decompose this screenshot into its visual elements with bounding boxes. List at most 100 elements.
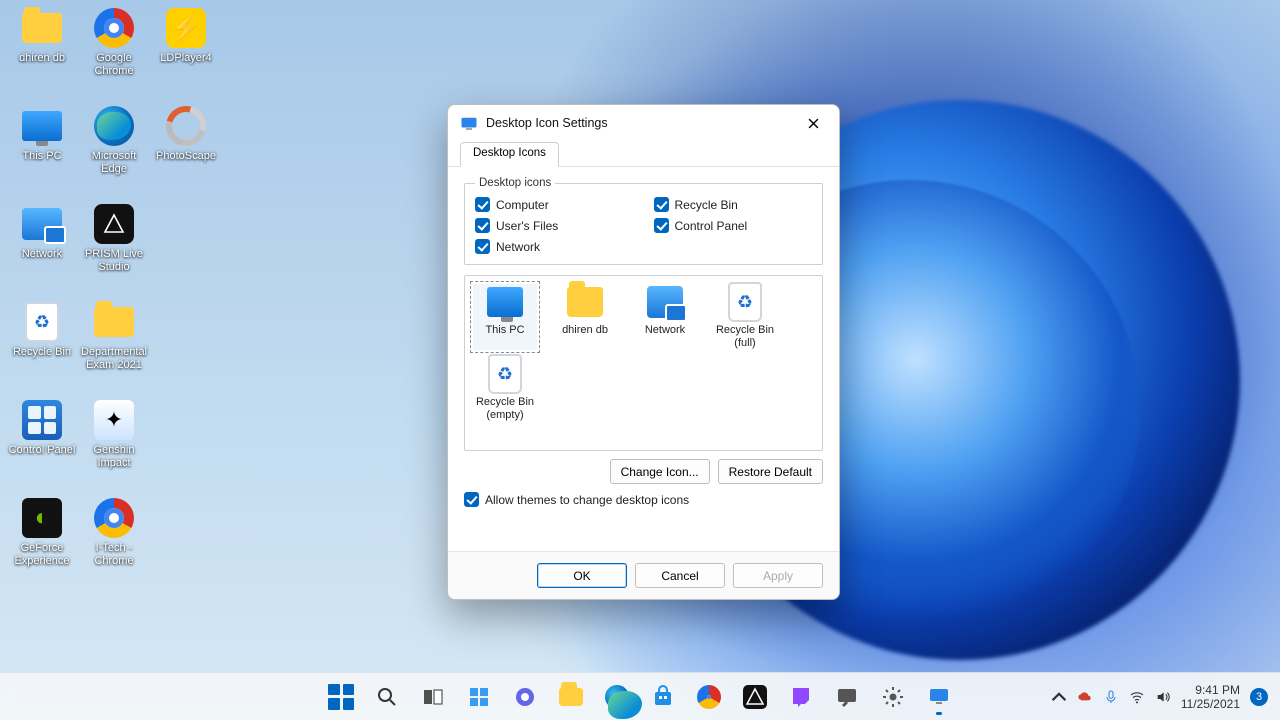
edge-icon xyxy=(92,104,136,148)
taskbar-widgets[interactable] xyxy=(458,677,500,717)
desktop-icon-label: I-Tech - Chrome xyxy=(79,542,149,568)
net-icon xyxy=(20,202,64,246)
desktop-icon-label: Network xyxy=(22,248,62,261)
taskbar-start[interactable] xyxy=(320,677,362,717)
dialog-button-row: OK Cancel Apply xyxy=(448,551,839,599)
wifi-icon[interactable] xyxy=(1129,689,1145,705)
desktop-icon[interactable]: I-Tech - Chrome xyxy=(78,496,150,586)
notification-badge[interactable]: 3 xyxy=(1250,688,1268,706)
desktop-icons-group: Desktop icons Computer Recycle Bin User's … xyxy=(464,177,823,265)
desktop-icon-label: Control Panel xyxy=(9,444,76,457)
onedrive-icon[interactable] xyxy=(1077,689,1093,705)
icon-tile[interactable]: ♻Recycle Bin (full) xyxy=(713,284,777,350)
desktop-icon-label: This PC xyxy=(22,150,61,163)
icon-tile[interactable]: ♻Recycle Bin (empty) xyxy=(473,356,537,422)
tray-chevron-up-icon[interactable] xyxy=(1051,689,1067,705)
dialog-title: Desktop Icon Settings xyxy=(486,116,795,130)
checkbox-control-panel[interactable]: Control Panel xyxy=(654,218,813,233)
taskbar-settings[interactable] xyxy=(872,677,914,717)
allow-themes-label: Allow themes to change desktop icons xyxy=(485,493,689,507)
icon-tile[interactable]: dhiren db xyxy=(553,284,617,350)
desktop-icon[interactable]: Control Panel xyxy=(6,398,78,488)
desktop-icon[interactable]: PRISM Live Studio xyxy=(78,202,150,292)
icon-tile[interactable]: Network xyxy=(633,284,697,350)
desktop-icon[interactable]: Microsoft Edge xyxy=(78,104,150,194)
checkbox-computer[interactable]: Computer xyxy=(475,197,634,212)
taskbar-store[interactable] xyxy=(642,677,684,717)
prism-icon xyxy=(92,202,136,246)
dialog-app-icon xyxy=(460,114,478,132)
taskbar-prism[interactable] xyxy=(734,677,776,717)
genshin-icon: ✦ xyxy=(92,398,136,442)
checkbox-network[interactable]: Network xyxy=(475,239,634,254)
clock-time: 9:41 PM xyxy=(1181,683,1240,697)
recycle-icon: ♻ xyxy=(20,300,64,344)
checkbox-recycle-bin[interactable]: Recycle Bin xyxy=(654,197,813,212)
restore-default-button[interactable]: Restore Default xyxy=(718,459,823,484)
group-legend: Desktop icons xyxy=(475,177,555,189)
desktop-icon-label: dhiren db xyxy=(19,52,65,65)
dialog-titlebar[interactable]: Desktop Icon Settings xyxy=(448,105,839,141)
desktop-icon-label: Genshin Impact xyxy=(79,444,149,470)
nvidia-icon: ◐ xyxy=(20,496,64,540)
folder-icon xyxy=(567,284,603,320)
desktop-icon-label: Google Chrome xyxy=(79,52,149,78)
taskbar-twitch[interactable] xyxy=(780,677,822,717)
icon-preview-list[interactable]: This PCdhiren dbNetwork♻Recycle Bin (ful… xyxy=(464,275,823,451)
desktop-icon-settings-dialog: Desktop Icon Settings Desktop Icons Desk… xyxy=(447,104,840,600)
checkbox-user-s-files[interactable]: User's Files xyxy=(475,218,634,233)
desktop-icon-grid: dhiren db Google Chrome ⚡ LDPlayer4 This PC M… xyxy=(6,6,222,586)
desktop-icon[interactable]: This PC xyxy=(6,104,78,194)
system-tray[interactable]: 9:41 PM 11/25/2021 3 xyxy=(1051,673,1280,720)
change-icon-button[interactable]: Change Icon... xyxy=(610,459,710,484)
monitor-icon xyxy=(487,284,523,320)
taskbar-chat2[interactable] xyxy=(826,677,868,717)
ld-icon: ⚡ xyxy=(164,6,208,50)
desktop-icon[interactable]: PhotoScape xyxy=(150,104,222,194)
ok-button[interactable]: OK xyxy=(537,563,627,588)
dialog-tabstrip: Desktop Icons xyxy=(448,141,839,167)
taskbar-chat[interactable] xyxy=(504,677,546,717)
desktop-icon[interactable]: Google Chrome xyxy=(78,6,150,96)
taskbar-taskview[interactable] xyxy=(412,677,454,717)
folder-icon xyxy=(92,300,136,344)
desktop-icon[interactable]: ✦Genshin Impact xyxy=(78,398,150,488)
net-icon xyxy=(647,284,683,320)
apply-button[interactable]: Apply xyxy=(733,563,823,588)
tab-desktop-icons[interactable]: Desktop Icons xyxy=(460,142,559,167)
desktop-icon[interactable]: Departmental Exam 2021 xyxy=(78,300,150,390)
taskbar-explorer[interactable] xyxy=(550,677,592,717)
clock-date: 11/25/2021 xyxy=(1181,697,1240,711)
desktop-icon[interactable]: Network xyxy=(6,202,78,292)
taskbar-search[interactable] xyxy=(366,677,408,717)
recycle-icon: ♻ xyxy=(727,284,763,320)
dialog-body: Desktop icons Computer Recycle Bin User's … xyxy=(448,167,839,551)
allow-themes-checkbox[interactable]: Allow themes to change desktop icons xyxy=(464,492,823,507)
desktop-icon-label: PRISM Live Studio xyxy=(79,248,149,274)
desktop-icon-label: Microsoft Edge xyxy=(79,150,149,176)
cancel-button[interactable]: Cancel xyxy=(635,563,725,588)
folder-icon xyxy=(20,6,64,50)
desktop-icon[interactable]: ◐GeForce Experience xyxy=(6,496,78,586)
desktop-icon[interactable]: dhiren db xyxy=(6,6,78,96)
taskbar-display[interactable] xyxy=(918,677,960,717)
desktop-icon[interactable]: ♻ Recycle Bin xyxy=(6,300,78,390)
cpanel-icon xyxy=(20,398,64,442)
photo-icon xyxy=(164,104,208,148)
desktop-icon-label: Recycle Bin xyxy=(13,346,71,359)
taskbar-edge[interactable] xyxy=(596,677,638,717)
chrome-icon xyxy=(92,6,136,50)
desktop-icon-label: LDPlayer4 xyxy=(160,52,211,65)
taskbar: 9:41 PM 11/25/2021 3 xyxy=(0,672,1280,720)
volume-icon[interactable] xyxy=(1155,689,1171,705)
microphone-icon[interactable] xyxy=(1103,689,1119,705)
chrome-icon xyxy=(92,496,136,540)
close-button[interactable] xyxy=(795,109,831,137)
icon-tile[interactable]: This PC xyxy=(473,284,537,350)
desktop-icon-label: GeForce Experience xyxy=(7,542,77,568)
desktop-icon-label: PhotoScape xyxy=(156,150,216,163)
taskbar-chrome[interactable] xyxy=(688,677,730,717)
desktop-icon[interactable]: ⚡ LDPlayer4 xyxy=(150,6,222,96)
clock[interactable]: 9:41 PM 11/25/2021 xyxy=(1181,683,1240,711)
recycle-icon: ♻ xyxy=(487,356,523,392)
